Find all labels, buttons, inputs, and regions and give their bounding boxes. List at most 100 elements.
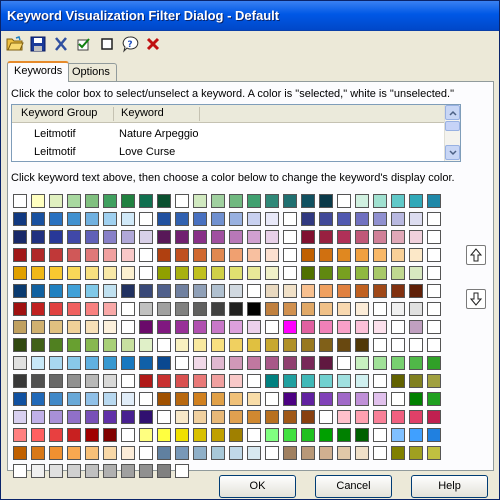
color-swatch[interactable]: [121, 356, 135, 370]
color-swatch[interactable]: [373, 428, 387, 442]
color-swatch[interactable]: [49, 374, 63, 388]
color-swatch[interactable]: [67, 212, 81, 226]
color-swatch[interactable]: [85, 446, 99, 460]
color-swatch[interactable]: [211, 302, 225, 316]
color-swatch[interactable]: [139, 356, 153, 370]
scroll-colors-up-button[interactable]: [466, 245, 486, 265]
color-swatch[interactable]: [409, 428, 423, 442]
color-swatch[interactable]: [49, 338, 63, 352]
color-swatch[interactable]: [67, 446, 81, 460]
color-swatch[interactable]: [139, 446, 153, 460]
color-swatch[interactable]: [283, 194, 297, 208]
color-swatch[interactable]: [157, 266, 171, 280]
color-swatch[interactable]: [193, 446, 207, 460]
color-swatch[interactable]: [229, 338, 243, 352]
color-swatch[interactable]: [391, 392, 405, 406]
color-swatch[interactable]: [229, 194, 243, 208]
color-swatch[interactable]: [373, 410, 387, 424]
color-swatch[interactable]: [355, 194, 369, 208]
color-swatch[interactable]: [229, 374, 243, 388]
color-swatch[interactable]: [211, 320, 225, 334]
cut-icon[interactable]: [51, 34, 71, 54]
color-swatch[interactable]: [67, 284, 81, 298]
color-swatch[interactable]: [265, 248, 279, 262]
color-swatch[interactable]: [121, 302, 135, 316]
color-swatch[interactable]: [391, 212, 405, 226]
color-swatch[interactable]: [265, 194, 279, 208]
color-swatch[interactable]: [193, 266, 207, 280]
color-swatch[interactable]: [121, 230, 135, 244]
color-swatch[interactable]: [391, 230, 405, 244]
color-swatch[interactable]: [427, 320, 441, 334]
color-swatch[interactable]: [319, 392, 333, 406]
keyword-list[interactable]: Keyword Group Keyword Leitmotif Nature A…: [11, 104, 461, 162]
color-swatch[interactable]: [391, 410, 405, 424]
color-swatch[interactable]: [121, 392, 135, 406]
color-swatch[interactable]: [319, 302, 333, 316]
color-swatch[interactable]: [67, 302, 81, 316]
tab-keywords[interactable]: Keywords: [7, 61, 70, 82]
color-swatch[interactable]: [85, 356, 99, 370]
color-swatch[interactable]: [85, 284, 99, 298]
color-swatch[interactable]: [193, 428, 207, 442]
color-swatch[interactable]: [13, 230, 27, 244]
help-button[interactable]: Help: [411, 475, 488, 498]
color-swatch[interactable]: [247, 194, 261, 208]
color-swatch[interactable]: [355, 356, 369, 370]
color-swatch[interactable]: [319, 248, 333, 262]
color-swatch[interactable]: [283, 248, 297, 262]
color-swatch[interactable]: [247, 266, 261, 280]
color-swatch[interactable]: [121, 446, 135, 460]
color-swatch[interactable]: [337, 248, 351, 262]
color-swatch[interactable]: [139, 230, 153, 244]
color-swatch[interactable]: [283, 356, 297, 370]
color-swatch[interactable]: [427, 374, 441, 388]
color-swatch[interactable]: [265, 374, 279, 388]
color-swatch[interactable]: [13, 284, 27, 298]
color-swatch[interactable]: [373, 212, 387, 226]
color-swatch[interactable]: [31, 428, 45, 442]
color-swatch[interactable]: [103, 320, 117, 334]
color-swatch[interactable]: [337, 230, 351, 244]
color-swatch[interactable]: [103, 356, 117, 370]
color-swatch[interactable]: [409, 302, 423, 316]
color-swatch[interactable]: [247, 446, 261, 460]
color-swatch[interactable]: [355, 212, 369, 226]
color-swatch[interactable]: [103, 284, 117, 298]
color-swatch[interactable]: [283, 230, 297, 244]
color-swatch[interactable]: [31, 284, 45, 298]
cancel-button[interactable]: Cancel: [315, 475, 392, 498]
color-swatch[interactable]: [355, 248, 369, 262]
color-swatch[interactable]: [211, 392, 225, 406]
color-swatch[interactable]: [175, 356, 189, 370]
color-swatch[interactable]: [319, 320, 333, 334]
color-swatch[interactable]: [319, 446, 333, 460]
color-swatch[interactable]: [157, 284, 171, 298]
color-swatch[interactable]: [121, 338, 135, 352]
color-swatch[interactable]: [355, 374, 369, 388]
color-swatch[interactable]: [211, 446, 225, 460]
color-swatch[interactable]: [283, 374, 297, 388]
color-swatch[interactable]: [85, 392, 99, 406]
color-swatch[interactable]: [49, 320, 63, 334]
color-swatch[interactable]: [211, 212, 225, 226]
color-swatch[interactable]: [211, 338, 225, 352]
color-swatch[interactable]: [121, 212, 135, 226]
color-swatch[interactable]: [409, 410, 423, 424]
color-swatch[interactable]: [85, 338, 99, 352]
color-swatch[interactable]: [85, 302, 99, 316]
color-swatch[interactable]: [175, 194, 189, 208]
color-swatch[interactable]: [103, 230, 117, 244]
color-swatch[interactable]: [373, 392, 387, 406]
color-swatch[interactable]: [121, 248, 135, 262]
color-swatch[interactable]: [337, 392, 351, 406]
title-bar[interactable]: Keyword Visualization Filter Dialog - De…: [1, 1, 499, 31]
color-swatch[interactable]: [337, 356, 351, 370]
color-swatch[interactable]: [319, 230, 333, 244]
color-swatch[interactable]: [301, 302, 315, 316]
color-swatch[interactable]: [373, 446, 387, 460]
color-swatch[interactable]: [373, 194, 387, 208]
color-swatch[interactable]: [13, 446, 27, 460]
color-swatch[interactable]: [265, 212, 279, 226]
color-swatch[interactable]: [301, 266, 315, 280]
